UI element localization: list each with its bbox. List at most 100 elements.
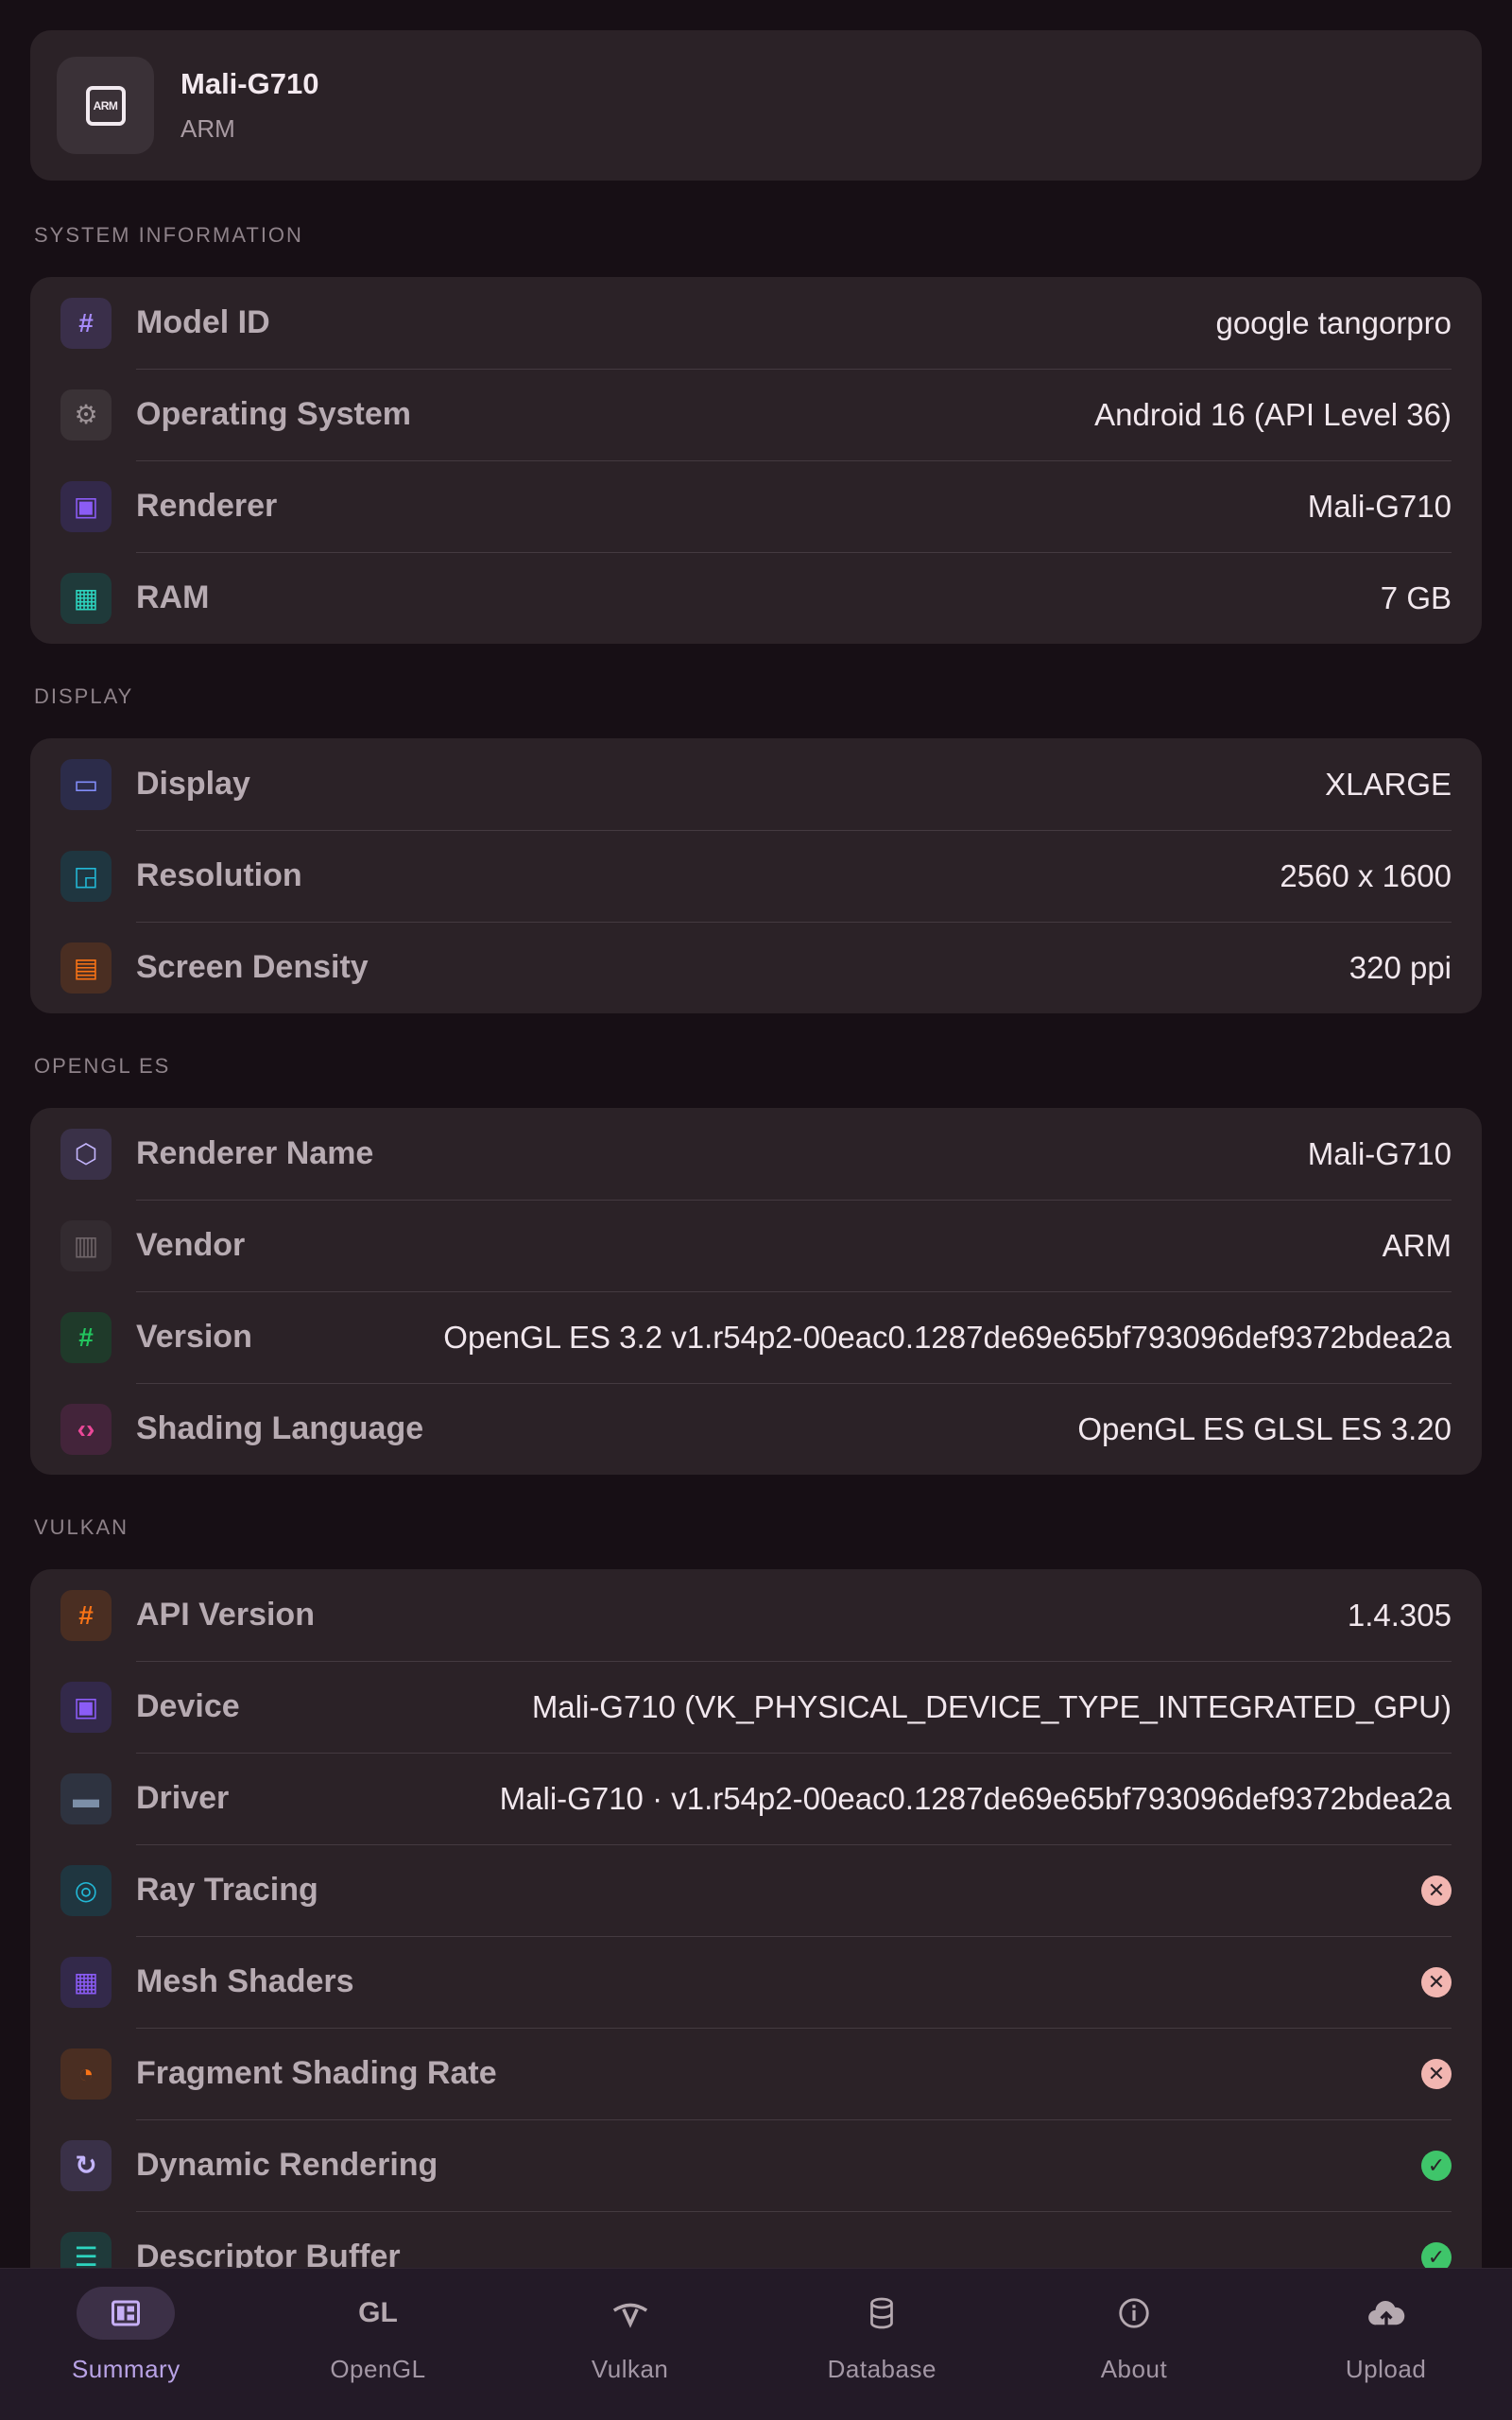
monitor-icon: ▭ — [60, 758, 112, 810]
info-row: ◎ Ray Tracing ✕ — [30, 1844, 1482, 1936]
building-icon: ▥ — [60, 1219, 112, 1271]
row-value: ARM — [1382, 1227, 1452, 1263]
nav-about[interactable]: About — [1030, 2269, 1238, 2420]
cloud-upload-icon — [1337, 2287, 1435, 2340]
speedometer-icon: ◔ — [60, 2048, 112, 2100]
nav-vulkan[interactable]: Vulkan — [526, 2269, 734, 2420]
vulkan-icon — [581, 2287, 679, 2340]
info-row: ▤ Screen Density 320 ppi — [30, 922, 1482, 1013]
row-value: Mali-G710 — [1307, 488, 1452, 524]
info-row: ▥ Vendor ARM — [30, 1200, 1482, 1291]
nav-opengl[interactable]: GL OpenGL — [274, 2269, 482, 2420]
section-title-system: SYSTEM INFORMATION — [34, 223, 303, 247]
row-label: Model ID — [136, 304, 270, 340]
card-display: ▭ Display XLARGE ◲ Resolution 2560 x 1600 ▤ Scr… — [30, 738, 1482, 1013]
info-row: # Model ID google tangorpro — [30, 277, 1482, 369]
target-icon: ◎ — [60, 1864, 112, 1916]
row-label: Fragment Shading Rate — [136, 2055, 497, 2091]
row-label: Vendor — [136, 1227, 246, 1263]
card-system: # Model ID google tangorpro ⚙ Operating Syst… — [30, 277, 1482, 644]
info-row: ◔ Fragment Shading Rate ✕ — [30, 2028, 1482, 2119]
nav-summary[interactable]: Summary — [22, 2269, 230, 2420]
info-row: # API Version 1.4.305 — [30, 1569, 1482, 1661]
arm-logo-icon: ARM — [85, 85, 126, 126]
info-row: ▦ RAM 7 GB — [30, 552, 1482, 644]
nav-label: Vulkan — [591, 2355, 669, 2383]
row-label: Shading Language — [136, 1410, 424, 1446]
row-value: XLARGE — [1325, 766, 1452, 802]
row-value: google tangorpro — [1215, 304, 1452, 340]
vendor-logo: ARM — [57, 57, 154, 154]
info-icon — [1085, 2287, 1183, 2340]
nav-upload[interactable]: Upload — [1282, 2269, 1490, 2420]
car-icon: ▬ — [60, 1772, 112, 1824]
card-opengl: ⬡ Renderer Name Mali-G710 ▥ Vendor ARM # Versio… — [30, 1108, 1482, 1475]
grid-icon: ▦ — [60, 1956, 112, 2008]
row-label: Screen Density — [136, 949, 369, 985]
nav-label: About — [1100, 2355, 1168, 2383]
card-vulkan: # API Version 1.4.305 ▣ Device Mali-G710 (VK_… — [30, 1569, 1482, 2303]
row-value: Mali-G710 · v1.r54p2-00eac0.1287de69e65b… — [499, 1780, 1452, 1816]
row-label: Operating System — [136, 396, 411, 432]
info-row: ▦ Mesh Shaders ✕ — [30, 1936, 1482, 2028]
cube-icon: ⬡ — [60, 1128, 112, 1180]
section-title-display: DISPLAY — [34, 684, 134, 708]
row-label: Ray Tracing — [136, 1872, 318, 1908]
row-label: Display — [136, 766, 250, 802]
nav-label: Upload — [1345, 2355, 1427, 2383]
info-row: # Version OpenGL ES 3.2 v1.r54p2-00eac0.12… — [30, 1291, 1482, 1383]
chip-icon: ▣ — [60, 1681, 112, 1733]
nav-label: Summary — [71, 2355, 180, 2383]
info-row: ▬ Driver Mali-G710 · v1.r54p2-00eac0.1287d… — [30, 1753, 1482, 1844]
database-icon — [833, 2287, 931, 2340]
row-label: Renderer Name — [136, 1135, 374, 1171]
cancel-circle-icon: ✕ — [1421, 2058, 1452, 2089]
code-icon: ‹› — [60, 1403, 112, 1455]
row-label: Version — [136, 1319, 252, 1355]
row-label: Device — [136, 1688, 240, 1724]
row-value: 7 GB — [1380, 579, 1452, 615]
row-value: Mali-G710 — [1307, 1135, 1452, 1171]
info-row: ▣ Renderer Mali-G710 — [30, 460, 1482, 552]
summary-content: ARM Mali-G710 ARM SYSTEM INFORMATION # Mo… — [30, 30, 1482, 2303]
device-vendor: ARM — [180, 114, 235, 143]
info-row: ↻ Dynamic Rendering ✓ — [30, 2119, 1482, 2211]
row-value: 320 ppi — [1349, 949, 1452, 985]
device-header-card: ARM Mali-G710 ARM — [30, 30, 1482, 181]
row-value: OpenGL ES GLSL ES 3.20 — [1077, 1410, 1452, 1446]
row-label: Driver — [136, 1780, 230, 1816]
nav-database[interactable]: Database — [778, 2269, 986, 2420]
gl-icon: GL — [358, 2297, 398, 2328]
info-row: ▭ Display XLARGE — [30, 738, 1482, 830]
row-label: RAM — [136, 579, 210, 615]
info-row: ⚙ Operating System Android 16 (API Level 3… — [30, 369, 1482, 460]
nav-label: Database — [827, 2355, 936, 2383]
row-label: Resolution — [136, 857, 302, 893]
section-title-vulkan: VULKAN — [34, 1515, 129, 1539]
bottom-navigation: Summary GL OpenGL Vulkan Database About Upload — [0, 2268, 1512, 2420]
info-row: ◲ Resolution 2560 x 1600 — [30, 830, 1482, 922]
row-label: Dynamic Rendering — [136, 2147, 438, 2183]
density-icon: ▤ — [60, 942, 112, 994]
hash-icon: # — [60, 1311, 112, 1363]
info-row: ⬡ Renderer Name Mali-G710 — [30, 1108, 1482, 1200]
row-label: Renderer — [136, 488, 278, 524]
cancel-circle-icon: ✕ — [1421, 1966, 1452, 1997]
row-value: Mali-G710 (VK_PHYSICAL_DEVICE_TYPE_INTEG… — [531, 1688, 1452, 1724]
info-row: ‹› Shading Language OpenGL ES GLSL ES 3.20 — [30, 1383, 1482, 1475]
row-value: 1.4.305 — [1347, 1597, 1452, 1633]
info-row: ▣ Device Mali-G710 (VK_PHYSICAL_DEVICE_TYP… — [30, 1661, 1482, 1753]
nav-label: OpenGL — [330, 2355, 426, 2383]
gear-icon: ⚙ — [60, 389, 112, 441]
aspect-ratio-icon: ◲ — [60, 850, 112, 902]
hash-icon: # — [60, 297, 112, 349]
section-title-opengl: OPENGL ES — [34, 1054, 171, 1078]
row-value: 2560 x 1600 — [1280, 857, 1452, 893]
chip-icon: ▣ — [60, 480, 112, 532]
memory-icon: ▦ — [60, 572, 112, 624]
refresh-icon: ↻ — [60, 2139, 112, 2191]
check-circle-icon: ✓ — [1421, 2150, 1452, 2181]
row-value: OpenGL ES 3.2 v1.r54p2-00eac0.1287de69e6… — [443, 1319, 1452, 1355]
dashboard-icon — [77, 2287, 176, 2340]
hash-icon: # — [60, 1589, 112, 1641]
